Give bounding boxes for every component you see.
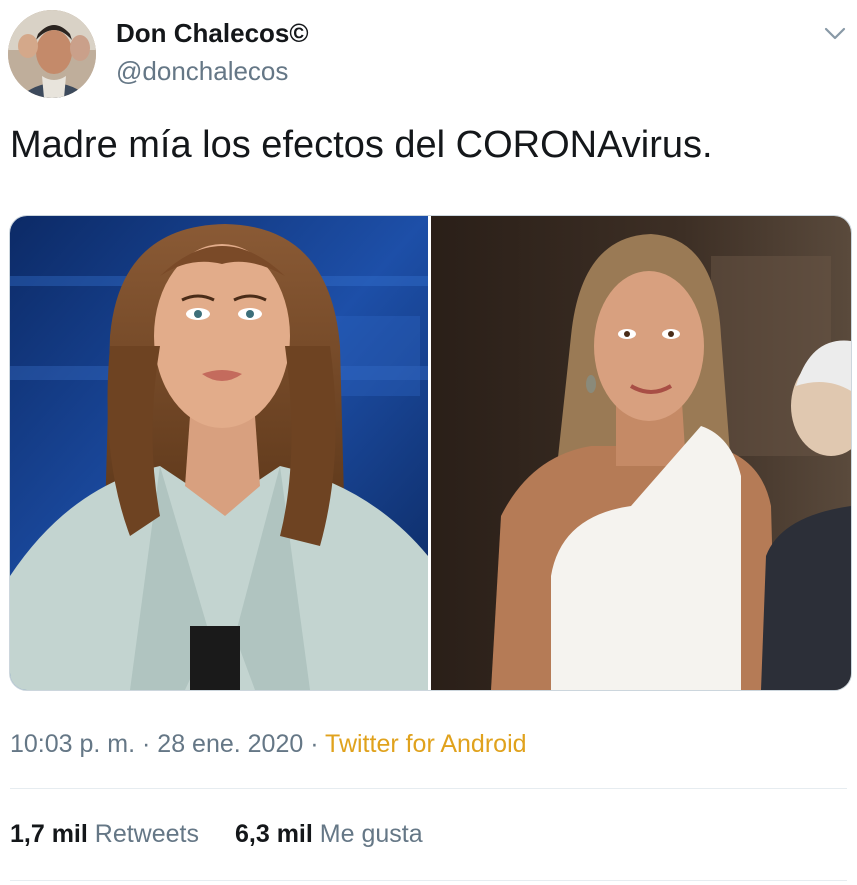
divider xyxy=(10,880,847,881)
tweet-text: Madre mía los efectos del CORONAvirus. xyxy=(10,124,713,166)
meta-separator: · xyxy=(135,730,158,758)
likes-stat[interactable]: 6,3 mil Me gusta xyxy=(235,820,423,848)
tweet-media xyxy=(9,215,852,691)
retweets-count: 1,7 mil xyxy=(10,820,88,848)
tweet-meta: 10:03 p. m. · 28 ene. 2020 · Twitter for… xyxy=(10,730,527,759)
avatar-photo xyxy=(8,10,96,98)
meta-separator: · xyxy=(303,730,326,758)
retweets-stat[interactable]: 1,7 mil Retweets xyxy=(10,820,199,848)
likes-count: 6,3 mil xyxy=(235,820,313,848)
chevron-down-icon[interactable] xyxy=(822,20,848,46)
tweet-time[interactable]: 10:03 p. m. xyxy=(10,730,135,758)
tweet-date[interactable]: 28 ene. 2020 xyxy=(157,730,303,758)
tweet-stats: 1,7 mil Retweets 6,3 mil Me gusta xyxy=(10,820,423,849)
retweets-label: Retweets xyxy=(94,820,199,848)
tweet-photo-left[interactable] xyxy=(10,216,428,690)
avatar[interactable] xyxy=(8,10,96,98)
author-name[interactable]: Don Chalecos© xyxy=(116,18,309,49)
tweet-photo-right[interactable] xyxy=(431,216,851,690)
tweet-source-link[interactable]: Twitter for Android xyxy=(325,730,526,758)
author-handle[interactable]: @donchalecos xyxy=(116,56,288,87)
divider xyxy=(10,788,847,789)
likes-label: Me gusta xyxy=(319,820,423,848)
